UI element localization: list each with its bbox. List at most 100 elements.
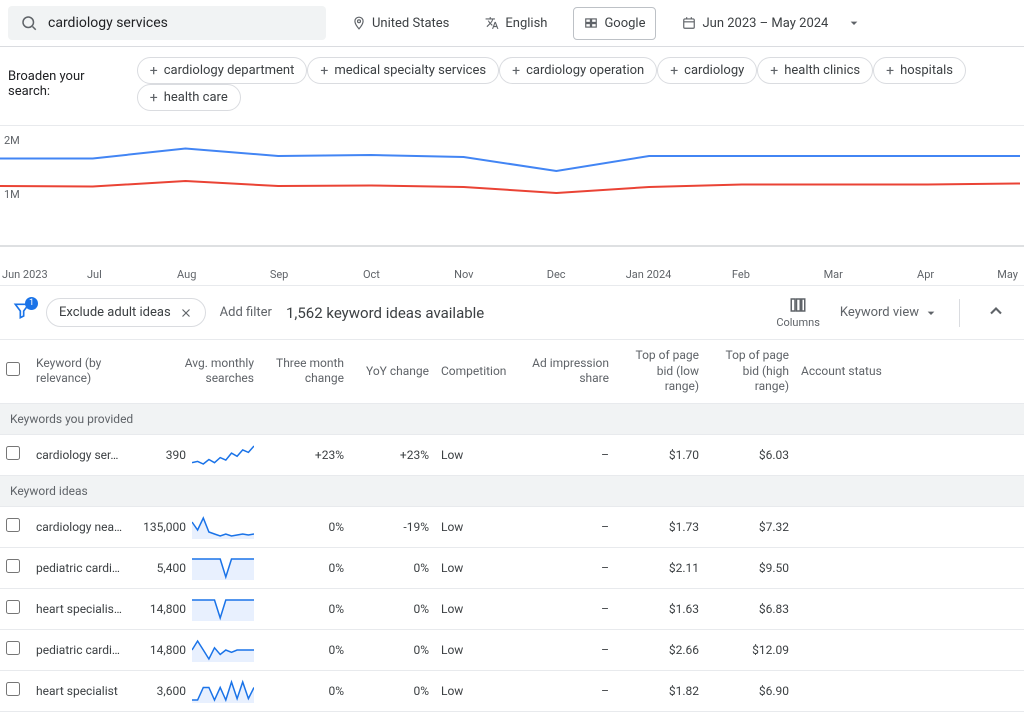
plus-icon: + (320, 64, 328, 78)
col-low-bid[interactable]: Top of page bid (low range) (615, 340, 705, 403)
filter-button[interactable]: 1 (12, 301, 32, 325)
x-tick: Feb (695, 268, 787, 281)
broaden-chip[interactable]: +hospitals (873, 57, 966, 84)
col-impression[interactable]: Ad impression share (525, 340, 615, 403)
location-selector[interactable]: United States (342, 8, 459, 39)
cell-competition: Low (435, 547, 525, 588)
x-tick: Jul (48, 268, 140, 281)
search-input[interactable]: cardiology services (8, 6, 326, 40)
cell-competition: Low (435, 629, 525, 670)
cell-three-month: +23% (260, 434, 350, 475)
col-searches[interactable]: Avg. monthly searches (130, 340, 260, 403)
cell-high-bid: $7.32 (705, 506, 795, 547)
cell-three-month: 0% (260, 629, 350, 670)
add-filter-button[interactable]: Add filter (220, 305, 272, 320)
table-row[interactable]: pediatric cardi…5,4000%0%Low–$2.11$9.50 (0, 547, 1024, 588)
x-tick: Sep (233, 268, 325, 281)
language-selector[interactable]: English (475, 8, 557, 39)
cell-low-bid: $1.70 (615, 434, 705, 475)
cell-searches: 390 (130, 434, 260, 475)
cell-searches: 5,400 (130, 547, 260, 588)
cell-high-bid: $6.90 (705, 670, 795, 711)
date-range-selector[interactable]: Jun 2023 – May 2024 (672, 7, 872, 39)
cell-yoy: -19% (350, 506, 435, 547)
sparkline (192, 556, 254, 580)
row-checkbox[interactable] (6, 559, 20, 573)
exclude-adult-pill[interactable]: Exclude adult ideas (46, 298, 206, 327)
collapse-button[interactable] (980, 301, 1012, 325)
cell-impression: – (525, 629, 615, 670)
cell-competition: Low (435, 670, 525, 711)
cell-searches: 14,800 (130, 629, 260, 670)
cell-account (795, 629, 1024, 670)
row-checkbox[interactable] (6, 446, 20, 460)
table-controls: 1 Exclude adult ideas Add filter 1,562 k… (0, 286, 1024, 340)
cell-low-bid: $2.11 (615, 547, 705, 588)
search-icon (20, 14, 38, 32)
col-yoy[interactable]: YoY change (350, 340, 435, 403)
table-row[interactable]: heart specialist3,6000%0%Low–$1.82$6.90 (0, 670, 1024, 711)
col-competition[interactable]: Competition (435, 340, 525, 403)
network-icon (584, 16, 598, 30)
broaden-chip[interactable]: +medical specialty services (307, 57, 499, 84)
section-row: Keyword ideas (0, 475, 1024, 506)
cell-account (795, 506, 1024, 547)
x-tick: Apr (879, 268, 971, 281)
top-bar: cardiology services United States Englis… (0, 0, 1024, 47)
row-checkbox[interactable] (6, 682, 20, 696)
cell-account (795, 434, 1024, 475)
sparkline (192, 679, 254, 703)
x-tick: Mar (787, 268, 879, 281)
search-query: cardiology services (48, 15, 168, 31)
cell-low-bid: $1.82 (615, 670, 705, 711)
broaden-chip[interactable]: +health care (137, 84, 241, 111)
row-checkbox[interactable] (6, 518, 20, 532)
chevron-down-icon (923, 305, 939, 321)
x-tick: May (972, 268, 1024, 281)
cell-three-month: 0% (260, 506, 350, 547)
table-row[interactable]: heart specialis…14,8000%0%Low–$1.63$6.83 (0, 588, 1024, 629)
col-account[interactable]: Account status (795, 340, 1024, 403)
broaden-chip[interactable]: +cardiology department (137, 57, 308, 84)
network-selector[interactable]: Google (573, 7, 656, 40)
broaden-chip[interactable]: +cardiology operation (499, 57, 657, 84)
section-row: Keywords you provided (0, 403, 1024, 434)
translate-icon (485, 16, 499, 30)
cell-searches: 3,600 (130, 670, 260, 711)
row-checkbox[interactable] (6, 641, 20, 655)
cell-competition: Low (435, 506, 525, 547)
cell-low-bid: $2.66 (615, 629, 705, 670)
cell-keyword: pediatric cardi… (30, 547, 130, 588)
broaden-chip[interactable]: +health clinics (757, 57, 873, 84)
plus-icon: + (886, 64, 894, 78)
cell-competition: Low (435, 588, 525, 629)
close-icon[interactable] (179, 306, 193, 320)
plus-icon: + (150, 64, 158, 78)
table-row[interactable]: cardiology ser…390+23%+23%Low–$1.70$6.03 (0, 434, 1024, 475)
cell-searches: 14,800 (130, 588, 260, 629)
col-high-bid[interactable]: Top of page bid (high range) (705, 340, 795, 403)
col-keyword[interactable]: Keyword (by relevance) (30, 340, 130, 403)
table-row[interactable]: pediatric cardi…14,8000%0%Low–$2.66$12.0… (0, 629, 1024, 670)
keyword-view-toggle[interactable]: Keyword view (840, 305, 939, 321)
row-checkbox[interactable] (6, 600, 20, 614)
cell-three-month: 0% (260, 547, 350, 588)
x-tick: Nov (418, 268, 510, 281)
select-all-checkbox[interactable] (6, 362, 20, 376)
x-tick: Aug (141, 268, 233, 281)
col-three-month[interactable]: Three month change (260, 340, 350, 403)
calendar-icon (682, 16, 696, 30)
table-row[interactable]: cardiology nea…135,0000%-19%Low–$1.73$7.… (0, 506, 1024, 547)
x-tick: Dec (510, 268, 602, 281)
cell-account (795, 588, 1024, 629)
columns-button[interactable]: Columns (776, 296, 820, 329)
plus-icon: + (150, 91, 158, 105)
sparkline (192, 638, 254, 662)
cell-high-bid: $9.50 (705, 547, 795, 588)
cell-yoy: +23% (350, 434, 435, 475)
broaden-chip[interactable]: +cardiology (657, 57, 757, 84)
location-icon (352, 16, 366, 30)
y-tick: 2M (4, 134, 20, 147)
x-tick: Oct (325, 268, 417, 281)
cell-impression: – (525, 506, 615, 547)
